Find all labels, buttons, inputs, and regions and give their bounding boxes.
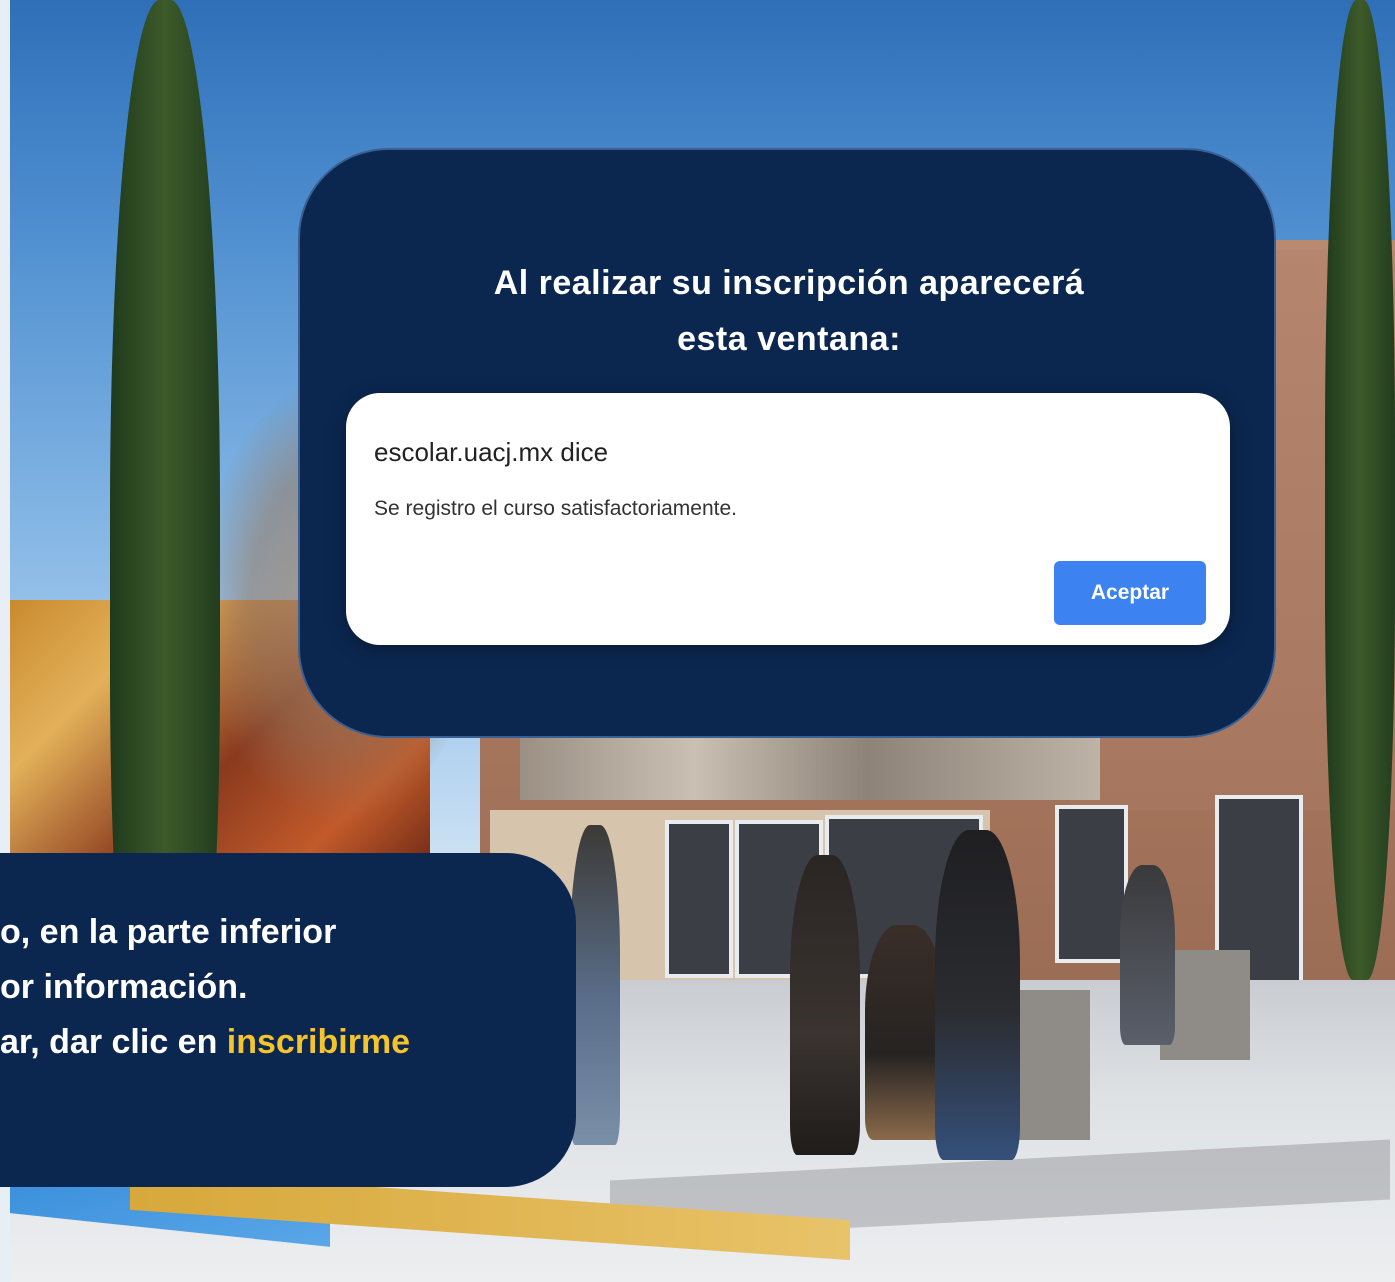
inscribirme-highlight: inscribirme — [226, 1023, 411, 1061]
student-figure — [790, 855, 860, 1155]
card-title-line1: Al realizar su inscripción aparecerá — [493, 264, 1085, 302]
student-figure — [570, 825, 620, 1145]
building-mural — [520, 735, 1100, 800]
instructions-line3: ar, dar clic en inscribirme — [0, 1015, 576, 1070]
browser-alert-dialog: escolar.uacj.mx dice Se registro el curs… — [346, 393, 1230, 645]
dialog-message-text: Se registro el curso satisfactoriamente. — [374, 497, 737, 520]
info-card-top: Al realizar su inscripción aparecerá est… — [298, 148, 1276, 738]
card-title-line2: esta ventana: — [677, 320, 901, 358]
building-window — [1055, 805, 1128, 963]
dialog-origin-text: escolar.uacj.mx dice — [374, 437, 609, 467]
card-title: Al realizar su inscripción aparecerá est… — [300, 255, 1278, 367]
student-figure — [865, 925, 945, 1140]
instructions-text: o, en la parte inferior or información. … — [0, 905, 576, 1070]
instructions-line2: or información. — [0, 968, 248, 1006]
slide-page: Al realizar su inscripción aparecerá est… — [0, 0, 1395, 1282]
instructions-line1: o, en la parte inferior — [0, 913, 337, 951]
accept-button[interactable]: Aceptar — [1054, 561, 1206, 625]
student-figure — [1120, 865, 1175, 1045]
student-figure — [935, 830, 1020, 1160]
cypress-tree — [1325, 0, 1395, 980]
instructions-line3-prefix: ar, dar clic en — [0, 1023, 227, 1061]
info-card-bottom: o, en la parte inferior or información. … — [0, 853, 576, 1187]
entrance-window — [665, 820, 733, 978]
